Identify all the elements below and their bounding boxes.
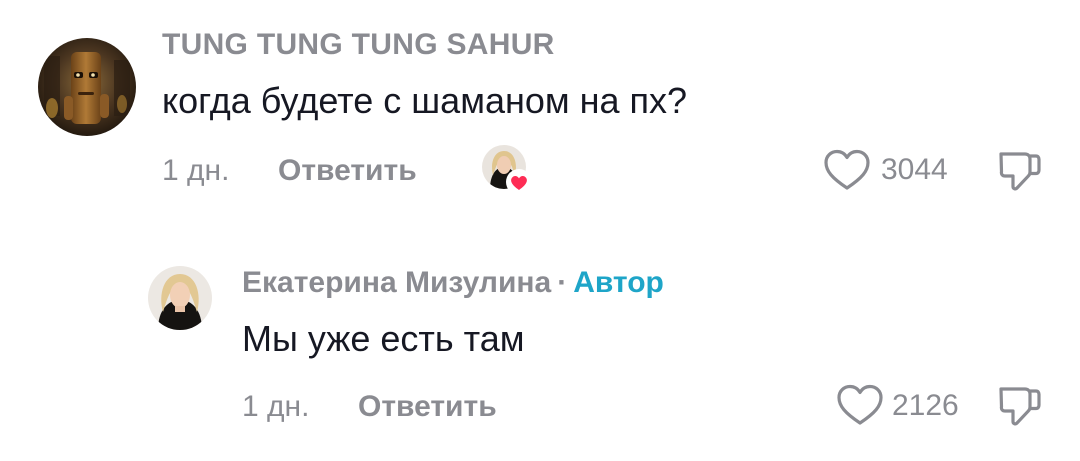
comment-item: TUNG TUNG TUNG SAHUR когда будете с шама…: [0, 0, 1080, 230]
comment-text: Мы уже есть там: [242, 318, 525, 359]
creator-liked-indicator: [482, 145, 532, 195]
separator-dot: ·: [557, 266, 568, 299]
like-count: 3044: [881, 153, 948, 186]
thumbs-down-icon[interactable]: [996, 383, 1044, 429]
comment-timestamp: 1 дн.: [242, 390, 310, 423]
author-username-line: Екатерина Мизулина · Автор: [242, 266, 664, 300]
thumbs-down-icon[interactable]: [996, 148, 1044, 194]
reply-button[interactable]: Ответить: [358, 390, 497, 424]
like-count: 2126: [892, 389, 959, 422]
commenter-avatar[interactable]: [148, 266, 212, 330]
commenter-username[interactable]: TUNG TUNG TUNG SAHUR: [162, 28, 555, 62]
reply-comment-item: Екатерина Мизулина · Автор Мы уже есть там…: [0, 240, 1080, 461]
heart-outline-icon[interactable]: [835, 382, 885, 428]
commenter-username[interactable]: Екатерина Мизулина: [242, 266, 551, 299]
author-badge: Автор: [573, 266, 664, 299]
reply-button[interactable]: Ответить: [278, 154, 417, 188]
commenter-avatar[interactable]: [38, 38, 136, 136]
heart-filled-icon: [506, 169, 532, 195]
heart-outline-icon[interactable]: [822, 147, 872, 193]
comment-text: когда будете с шаманом на пх?: [162, 80, 688, 121]
comment-timestamp: 1 дн.: [162, 154, 230, 187]
